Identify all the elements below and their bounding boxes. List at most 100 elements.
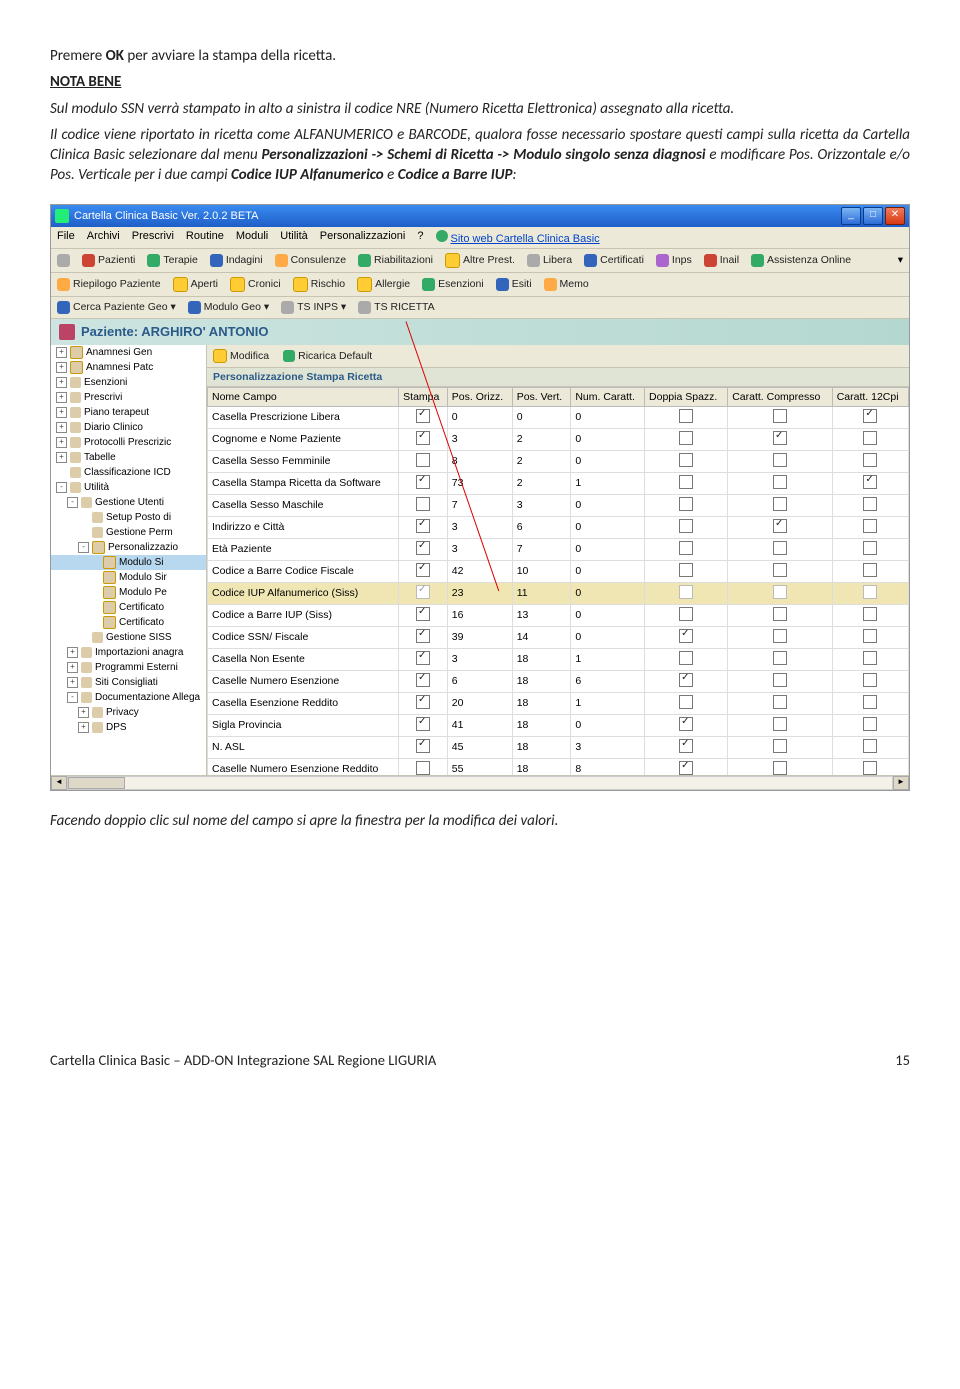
cell-nomecampo[interactable]: Indirizzo e Città: [208, 516, 399, 538]
col-compresso[interactable]: Caratt. Compresso: [728, 387, 832, 406]
checkbox[interactable]: [773, 651, 787, 665]
checkbox[interactable]: [773, 585, 787, 599]
table-row[interactable]: Codice a Barre Codice Fiscale42100: [208, 560, 909, 582]
checkbox[interactable]: [773, 607, 787, 621]
checkbox[interactable]: [863, 475, 877, 489]
tree-node[interactable]: Modulo Si: [51, 555, 206, 570]
cell-nomecampo[interactable]: Codice SSN/ Fiscale: [208, 626, 399, 648]
tree-node[interactable]: Classificazione ICD: [51, 465, 206, 480]
checkbox[interactable]: [773, 563, 787, 577]
cell-posvert[interactable]: 14: [512, 626, 571, 648]
col-posorizz[interactable]: Pos. Orizz.: [447, 387, 512, 406]
checkbox[interactable]: [679, 607, 693, 621]
checkbox[interactable]: [416, 563, 430, 577]
checkbox[interactable]: [773, 497, 787, 511]
tb-certificati[interactable]: Certificati: [584, 254, 644, 267]
cell-posorizz[interactable]: 16: [447, 604, 512, 626]
checkbox[interactable]: [416, 761, 430, 775]
expand-icon[interactable]: +: [78, 707, 89, 718]
table-row[interactable]: Cognome e Nome Paziente320: [208, 428, 909, 450]
checkbox[interactable]: [416, 409, 430, 423]
cell-numcaratt[interactable]: 8: [571, 758, 645, 775]
tree-node[interactable]: +Protocolli Prescrizic: [51, 435, 206, 450]
tb-allergie[interactable]: Allergie: [357, 277, 410, 292]
cell-nomecampo[interactable]: Cognome e Nome Paziente: [208, 428, 399, 450]
checkbox[interactable]: [773, 761, 787, 775]
cell-posorizz[interactable]: 23: [447, 582, 512, 604]
checkbox[interactable]: [416, 717, 430, 731]
table-row[interactable]: Casella Sesso Maschile730: [208, 494, 909, 516]
cell-posvert[interactable]: 2: [512, 428, 571, 450]
cell-posvert[interactable]: 7: [512, 538, 571, 560]
checkbox[interactable]: [863, 409, 877, 423]
cell-posorizz[interactable]: 20: [447, 692, 512, 714]
checkbox[interactable]: [679, 563, 693, 577]
expand-icon[interactable]: +: [56, 437, 67, 448]
scroll-left-button[interactable]: ◄: [51, 776, 67, 790]
table-row[interactable]: Codice a Barre IUP (Siss)16130: [208, 604, 909, 626]
expand-icon[interactable]: +: [78, 722, 89, 733]
menu-utilita[interactable]: Utilità: [280, 230, 308, 245]
cell-numcaratt[interactable]: 6: [571, 670, 645, 692]
tb-esiti[interactable]: Esiti: [496, 278, 532, 291]
checkbox[interactable]: [416, 541, 430, 555]
cell-nomecampo[interactable]: Caselle Numero Esenzione Reddito: [208, 758, 399, 775]
checkbox[interactable]: [773, 695, 787, 709]
menubar[interactable]: File Archivi Prescrivi Routine Moduli Ut…: [51, 227, 909, 249]
tb-aperti[interactable]: Aperti: [173, 277, 218, 292]
tree-node[interactable]: Modulo Sir: [51, 570, 206, 585]
checkbox[interactable]: [679, 497, 693, 511]
tb-consulenze[interactable]: Consulenze: [275, 254, 346, 267]
cell-posorizz[interactable]: 41: [447, 714, 512, 736]
expand-icon[interactable]: +: [56, 452, 67, 463]
table-row[interactable]: Casella Prescrizione Libera000: [208, 406, 909, 428]
checkbox[interactable]: [773, 453, 787, 467]
cell-nomecampo[interactable]: Caselle Numero Esenzione: [208, 670, 399, 692]
cell-posvert[interactable]: 18: [512, 714, 571, 736]
tb-tsinps[interactable]: TS INPS ▾: [281, 301, 346, 314]
tree-node[interactable]: +Tabelle: [51, 450, 206, 465]
cell-numcaratt[interactable]: 0: [571, 714, 645, 736]
checkbox[interactable]: [416, 651, 430, 665]
table-row[interactable]: Casella Esenzione Reddito20181: [208, 692, 909, 714]
checkbox[interactable]: [863, 695, 877, 709]
tb-libera[interactable]: Libera: [527, 254, 572, 267]
table-row[interactable]: Casella Stampa Ricetta da Software7321: [208, 472, 909, 494]
tree-node[interactable]: Setup Posto di: [51, 510, 206, 525]
scroll-right-button[interactable]: ►: [893, 776, 909, 790]
cell-numcaratt[interactable]: 0: [571, 494, 645, 516]
cell-posvert[interactable]: 11: [512, 582, 571, 604]
checkbox[interactable]: [773, 409, 787, 423]
tb-cercapaziente[interactable]: Cerca Paziente Geo ▾: [57, 301, 176, 314]
cell-posvert[interactable]: 18: [512, 736, 571, 758]
tb-pazienti[interactable]: Pazienti: [82, 254, 135, 267]
checkbox[interactable]: [679, 739, 693, 753]
col-posvert[interactable]: Pos. Vert.: [512, 387, 571, 406]
tb-inps[interactable]: Inps: [656, 254, 692, 267]
expand-icon[interactable]: -: [67, 497, 78, 508]
tree-node[interactable]: +Anamnesi Patc: [51, 360, 206, 375]
menu-archivi[interactable]: Archivi: [87, 230, 120, 245]
h-scrollbar[interactable]: ◄ ►: [51, 775, 909, 790]
tree-node[interactable]: Certificato: [51, 600, 206, 615]
cell-posorizz[interactable]: 3: [447, 538, 512, 560]
expand-icon[interactable]: -: [78, 542, 89, 553]
tree-node[interactable]: +Programmi Esterni: [51, 660, 206, 675]
checkbox[interactable]: [773, 541, 787, 555]
cell-posvert[interactable]: 10: [512, 560, 571, 582]
cell-posorizz[interactable]: 55: [447, 758, 512, 775]
cell-numcaratt[interactable]: 0: [571, 516, 645, 538]
checkbox[interactable]: [773, 717, 787, 731]
cell-numcaratt[interactable]: 1: [571, 692, 645, 714]
checkbox[interactable]: [416, 475, 430, 489]
table-row[interactable]: Caselle Numero Esenzione Reddito55188: [208, 758, 909, 775]
checkbox[interactable]: [863, 739, 877, 753]
tree-node[interactable]: +Esenzioni: [51, 375, 206, 390]
expand-icon[interactable]: +: [56, 347, 67, 358]
tree-node[interactable]: Modulo Pe: [51, 585, 206, 600]
cell-numcaratt[interactable]: 0: [571, 428, 645, 450]
checkbox[interactable]: [416, 431, 430, 445]
cell-posvert[interactable]: 2: [512, 450, 571, 472]
titlebar[interactable]: Cartella Clinica Basic Ver. 2.0.2 BETA _…: [51, 205, 909, 227]
table-row[interactable]: Caselle Numero Esenzione6186: [208, 670, 909, 692]
